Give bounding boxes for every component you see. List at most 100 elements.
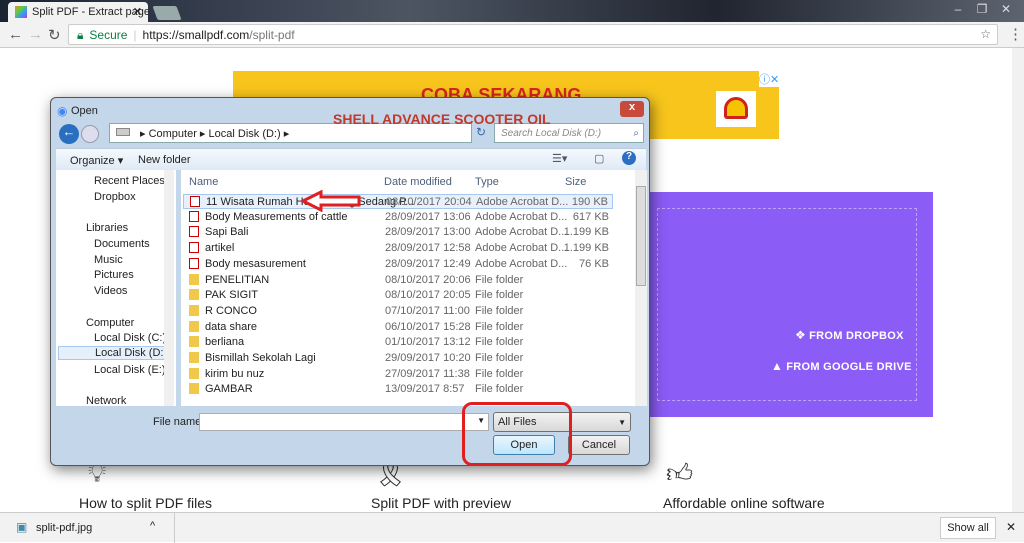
pdf-file-icon [190, 196, 200, 207]
search-icon: ⌕ [633, 128, 639, 139]
refresh-icon[interactable]: ↻ [476, 125, 486, 139]
back-icon[interactable]: ← [8, 26, 23, 43]
dialog-title: Open [71, 105, 98, 117]
file-row[interactable]: GAMBAR 13/09/2017 8:57 File folder [183, 382, 613, 397]
download-bar: ▣ split-pdf.jpg ^ Show all ✕ [0, 512, 1024, 543]
folder-icon [189, 336, 199, 348]
dropbox-icon: ❖ [795, 328, 806, 342]
close-download-bar-icon[interactable]: ✕ [1006, 520, 1016, 534]
file-row[interactable]: 11 Wisata Rumah Hobbit Yang Sedang P... … [183, 194, 613, 209]
lock-icon: 🔒︎ [77, 28, 84, 42]
file-size: 1.199 KB [563, 242, 609, 255]
cancel-button[interactable]: Cancel [568, 435, 630, 455]
command-bar: Organize ▾ New folder ☰▾ ▢ ? [56, 148, 646, 170]
menu-icon[interactable]: ⋮ [1008, 25, 1023, 43]
file-type: File folder [475, 320, 524, 333]
file-type: Adobe Acrobat D... [476, 196, 569, 208]
open-file-dialog: ◉ Open x ← ▸ Computer ▸ Local Disk (D:) … [50, 97, 650, 466]
url-host: https://smallpdf.com [142, 28, 250, 42]
nav-computer[interactable]: Computer [86, 317, 134, 329]
column-date-modified[interactable]: Date modified [384, 176, 452, 188]
file-row[interactable]: data share 06/10/2017 15:28 File folder [183, 320, 613, 335]
nav-pictures[interactable]: Pictures [94, 269, 134, 281]
pdf-file-icon [189, 226, 199, 238]
minimize-button[interactable]: – [948, 2, 968, 16]
from-google-drive-button[interactable]: ▲ FROM GOOGLE DRIVE [771, 359, 912, 373]
file-list-scrollbar[interactable] [635, 170, 647, 406]
file-type: File folder [475, 304, 524, 317]
image-file-icon: ▣ [16, 520, 28, 534]
file-name: Sapi Bali [205, 226, 249, 239]
new-folder-button[interactable]: New folder [138, 154, 191, 166]
nav-recent-places[interactable]: Recent Places [94, 175, 165, 187]
page-scrollbar[interactable] [1012, 48, 1024, 512]
download-item[interactable]: split-pdf.jpg [36, 522, 92, 534]
file-date: 13/09/2017 8:57 [385, 383, 465, 396]
feature-affordable: Affordable online software [663, 495, 825, 511]
nav-documents[interactable]: Documents [94, 238, 150, 250]
file-type: File folder [475, 336, 524, 349]
file-row[interactable]: PAK SIGIT 08/10/2017 20:05 File folder [183, 288, 613, 303]
red-arrow-annotation [299, 189, 361, 213]
file-name-input[interactable]: ▼ [199, 413, 489, 431]
nav-local-disk-c[interactable]: Local Disk (C:) [94, 332, 166, 344]
chrome-icon: ◉ [57, 104, 68, 118]
file-date: 28/09/2017 12:49 [385, 257, 471, 270]
file-row[interactable]: artikel 28/09/2017 12:58 Adobe Acrobat D… [183, 241, 613, 256]
organize-button[interactable]: Organize ▾ [70, 154, 123, 167]
file-name: R CONCO [205, 304, 257, 317]
chevron-up-icon[interactable]: ^ [150, 520, 155, 532]
file-date: 28/09/2017 12:58 [385, 242, 471, 255]
help-icon[interactable]: ? [622, 151, 636, 165]
column-size[interactable]: Size [565, 176, 586, 188]
show-all-button[interactable]: Show all [940, 517, 996, 539]
nav-videos[interactable]: Videos [94, 285, 127, 297]
column-name[interactable]: Name [189, 176, 218, 188]
view-options-icon[interactable]: ☰▾ [552, 152, 567, 165]
file-type: File folder [475, 367, 524, 380]
maximize-button[interactable]: ❐ [972, 2, 992, 16]
ad-info-close-icon[interactable]: ⓘ✕ [759, 71, 780, 87]
preview-pane-icon[interactable]: ▢ [594, 152, 604, 165]
column-type[interactable]: Type [475, 176, 499, 188]
reload-icon[interactable]: ↻ [48, 26, 61, 44]
file-row[interactable]: R CONCO 07/10/2017 11:00 File folder [183, 304, 613, 319]
nav-local-disk-e[interactable]: Local Disk (E:) [94, 364, 166, 376]
forward-icon[interactable]: → [28, 26, 43, 43]
close-window-button[interactable]: ✕ [996, 2, 1016, 16]
back-arrow-icon[interactable]: ← [59, 124, 79, 144]
tab-title: Split PDF - Extract pages [32, 6, 148, 18]
file-name: Bismillah Sekolah Lagi [205, 352, 316, 364]
file-row[interactable]: Sapi Bali 28/09/2017 13:00 Adobe Acrobat… [183, 225, 613, 240]
nav-music[interactable]: Music [94, 254, 123, 266]
bookmark-star-icon[interactable]: ☆ [980, 27, 991, 41]
tab-split-pdf[interactable]: Split PDF - Extract pages ✕ [8, 2, 148, 22]
upload-dropzone[interactable]: ❖ FROM DROPBOX ▲ FROM GOOGLE DRIVE [645, 192, 933, 417]
dropbox-label: FROM DROPBOX [809, 330, 904, 342]
breadcrumb-local-disk-d[interactable]: Local Disk (D:) [209, 128, 281, 140]
breadcrumb-computer[interactable]: Computer [149, 128, 197, 140]
browser-toolbar: ← → ↻ 🔒︎ Secure | https://smallpdf.com/spli… [0, 22, 1024, 48]
file-date: 27/09/2017 11:38 [385, 367, 470, 380]
forward-arrow-icon[interactable] [81, 125, 99, 143]
file-row[interactable]: berliana 01/10/2017 13:12 File folder [183, 335, 613, 350]
file-name: berliana [205, 336, 245, 349]
nav-local-disk-d[interactable]: Local Disk (D:) [58, 346, 167, 360]
address-bar[interactable]: 🔒︎ Secure | https://smallpdf.com/split-pdf … [68, 24, 998, 45]
file-row[interactable]: Bismillah Sekolah Lagi 29/09/2017 10:20 … [183, 351, 613, 366]
file-row[interactable]: kirim bu nuz 27/09/2017 11:38 File folde… [183, 367, 613, 382]
new-tab-button[interactable] [152, 6, 182, 20]
file-row[interactable]: Body mesasurement 28/09/2017 12:49 Adobe… [183, 257, 613, 272]
file-date: 08/10/2017 20:06 [385, 273, 471, 286]
file-row[interactable]: Body Measurements of cattle 28/09/2017 1… [183, 210, 613, 225]
from-dropbox-button[interactable]: ❖ FROM DROPBOX [795, 328, 904, 342]
chevron-down-icon: ▼ [618, 418, 626, 427]
file-row[interactable]: PENELITIAN 08/10/2017 20:06 File folder [183, 273, 613, 288]
dialog-close-button[interactable]: x [620, 101, 644, 117]
nav-dropbox[interactable]: Dropbox [94, 191, 136, 203]
drive-icon [116, 128, 130, 136]
nav-libraries[interactable]: Libraries [86, 222, 128, 234]
close-tab-icon[interactable]: ✕ [133, 5, 142, 18]
file-date: 07/10/2017 11:00 [385, 304, 470, 317]
nav-scrollbar[interactable] [164, 170, 174, 406]
